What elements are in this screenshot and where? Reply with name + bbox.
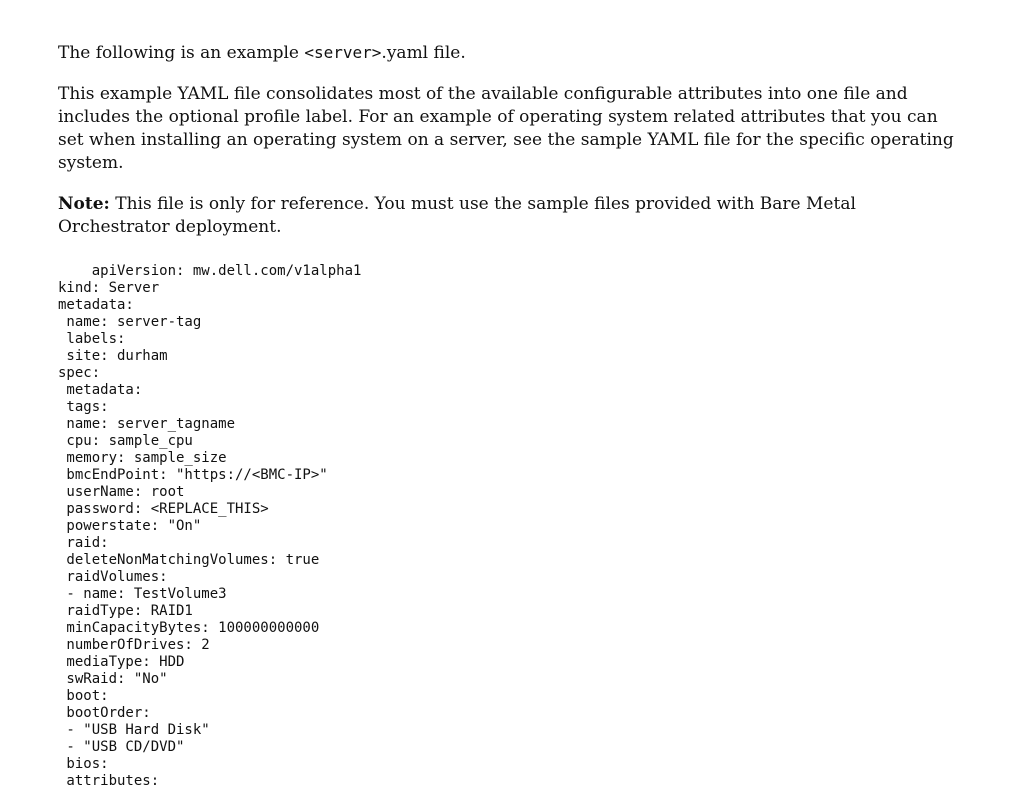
- document-page: The following is an example <server>.yam…: [0, 0, 1024, 810]
- note-text: This file is only for reference. You mus…: [58, 194, 856, 237]
- intro-paragraph: The following is an example <server>.yam…: [58, 42, 966, 65]
- description-paragraph: This example YAML file consolidates most…: [58, 83, 966, 175]
- intro-text-after: .yaml file.: [381, 43, 465, 63]
- server-filename-token: <server>: [304, 43, 381, 62]
- note-label: Note:: [58, 194, 110, 214]
- yaml-code-block: apiVersion: mw.dell.com/v1alpha1 kind: S…: [58, 263, 966, 790]
- intro-text-before: The following is an example: [58, 43, 304, 63]
- note-paragraph: Note: This file is only for reference. Y…: [58, 193, 966, 239]
